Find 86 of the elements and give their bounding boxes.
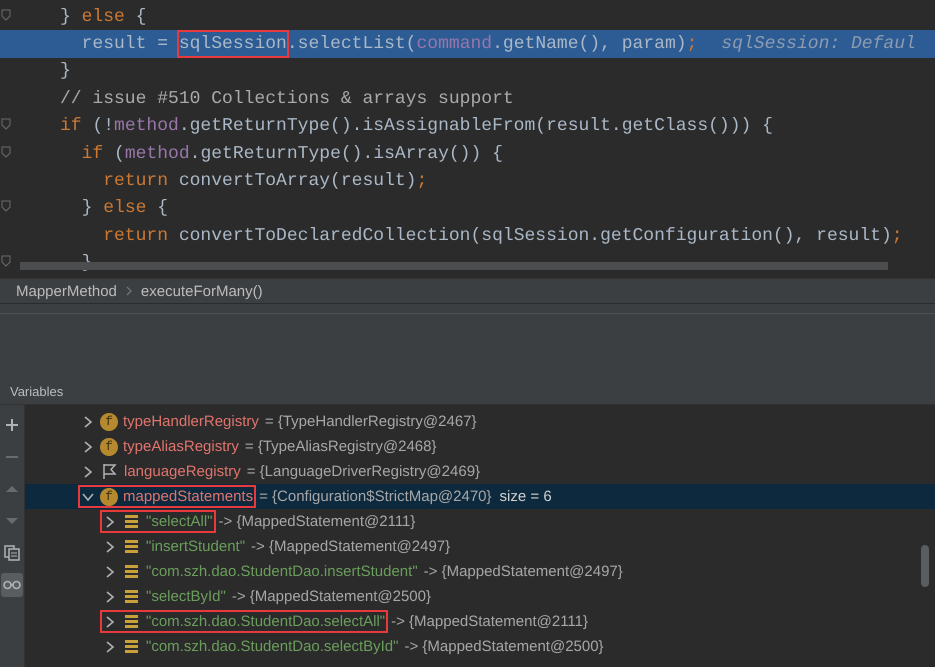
- tree-row[interactable]: "insertStudent" -> {MappedStatement@2497}: [25, 534, 935, 559]
- tree-row[interactable]: f typeAliasRegistry = {TypeAliasRegistry@2468}: [25, 434, 935, 459]
- variable-name: "com.szh.dao.StudentDao.insertStudent": [146, 563, 418, 580]
- code-token: (: [113, 144, 125, 164]
- breadcrumb[interactable]: MapperMethod: [16, 282, 117, 300]
- code-token: sqlSession: [178, 32, 287, 56]
- field-icon: f: [100, 412, 118, 430]
- code-token: convertToArray(result): [178, 171, 416, 192]
- entry-icon: [122, 537, 141, 556]
- code-token: if: [60, 116, 82, 136]
- tree-row[interactable]: "com.szh.dao.StudentDao.insertStudent" -> {MappedStatement@2497}: [25, 559, 935, 584]
- tree-row[interactable]: f mappedStatements = {Configuration$StrictMap@2470} size = 6: [25, 484, 935, 509]
- code-token: {: [134, 6, 146, 27]
- fold-icon[interactable]: [1, 8, 11, 21]
- variable-name: "insertStudent": [146, 538, 246, 555]
- code-token: ;: [416, 171, 428, 192]
- code-token: return: [102, 226, 168, 246]
- breadcrumb[interactable]: executeForMany(): [140, 282, 263, 300]
- variable-value: = {LanguageDriverRegistry@2469}: [246, 463, 480, 480]
- variable-value: -> {MappedStatement@2111}: [391, 613, 588, 630]
- variable-value: -> {MappedStatement@2497}: [424, 563, 623, 580]
- tree-row[interactable]: "selectById" -> {MappedStatement@2500}: [25, 584, 935, 609]
- field-icon: f: [100, 488, 118, 506]
- variable-value: -> {MappedStatement@2500}: [232, 588, 431, 605]
- code-token: method: [114, 116, 179, 136]
- variable-name: languageRegistry: [124, 463, 241, 480]
- entry-icon: [122, 562, 141, 581]
- fold-icon[interactable]: [1, 200, 11, 212]
- variable-name: typeHandlerRegistry: [123, 413, 259, 430]
- entry-icon: [122, 512, 141, 531]
- code-token: }: [80, 198, 94, 218]
- code-token: .getName(), param): [492, 34, 687, 54]
- variable-name: mappedStatements: [123, 488, 254, 505]
- add-icon: [5, 418, 19, 432]
- variable-name: typeAliasRegistry: [123, 438, 239, 455]
- code-token: return: [102, 171, 168, 192]
- glasses-icon: [3, 580, 21, 590]
- code-token: else: [82, 6, 125, 27]
- code-token: else: [103, 198, 146, 218]
- tree-row[interactable]: "com.szh.dao.StudentDao.selectAll" -> {MappedStatement@2111}: [25, 609, 935, 634]
- size-label: size = 6: [500, 488, 552, 505]
- code-token: command: [416, 34, 492, 54]
- variable-value: -> {MappedStatement@2111}: [218, 513, 416, 530]
- minus-icon: [5, 455, 19, 459]
- entry-icon: [122, 637, 141, 656]
- code-token: method: [124, 144, 190, 164]
- code-token: result =: [80, 34, 170, 54]
- fold-icon[interactable]: [1, 146, 11, 158]
- chevron-icon: [124, 286, 133, 296]
- code-token: ;: [892, 226, 903, 246]
- code-token: // issue #510 Collections & arrays support: [60, 88, 514, 109]
- code-token: .getReturnType().isAssignableFrom(result.getClass())) {: [178, 116, 773, 136]
- variable-value: -> {MappedStatement@2500}: [404, 638, 604, 655]
- code-token: convertToDeclaredCollection(sqlSession.getConfiguration(), result): [178, 226, 892, 246]
- variable-name: "com.szh.dao.StudentDao.selectById": [146, 638, 398, 655]
- vertical-scrollbar[interactable]: [921, 545, 929, 587]
- down-triangle-icon: [5, 517, 19, 525]
- tree-row[interactable]: languageRegistry = {LanguageDriverRegistry@2469}: [25, 459, 935, 484]
- code-token: (!: [91, 116, 114, 136]
- entry-icon: [122, 587, 141, 606]
- code-token: ;: [686, 34, 698, 54]
- tree-row[interactable]: "com.szh.dao.StudentDao.selectById" -> {MappedStatement@2500}: [25, 634, 935, 659]
- code-token: .getReturnType().isArray()) {: [190, 144, 503, 164]
- variable-value: -> {MappedStatement@2497}: [251, 538, 450, 555]
- variable-value: = {TypeHandlerRegistry@2467}: [264, 413, 477, 430]
- fold-icon[interactable]: [1, 118, 11, 130]
- fold-icon[interactable]: [1, 255, 11, 268]
- tree-row[interactable]: "selectAll" -> {MappedStatement@2111}: [25, 509, 935, 534]
- panel-title: Variables: [10, 384, 64, 399]
- variable-value: = {TypeAliasRegistry@2468}: [244, 438, 436, 455]
- tree-row[interactable]: f typeHandlerRegistry = {TypeHandlerRegistry@2467}: [25, 409, 935, 434]
- code-token: {: [156, 198, 168, 218]
- up-triangle-icon: [5, 485, 19, 493]
- toolbar-button[interactable]: [1, 573, 23, 597]
- variable-name: "selectById": [146, 588, 226, 605]
- copy-icon: [4, 545, 20, 561]
- entry-icon: [122, 612, 141, 631]
- field-icon: f: [100, 438, 118, 456]
- variable-value: = {Configuration$StrictMap@2470}: [259, 488, 492, 505]
- code-token: if: [80, 144, 104, 164]
- inline-hint: sqlSession: Defaul: [721, 34, 916, 54]
- variable-name: "selectAll": [146, 513, 213, 530]
- code-token: }: [60, 61, 71, 82]
- variable-name: "com.szh.dao.StudentDao.selectAll": [146, 613, 386, 630]
- code-token: .selectList(: [286, 34, 416, 54]
- code-token: }: [60, 6, 72, 27]
